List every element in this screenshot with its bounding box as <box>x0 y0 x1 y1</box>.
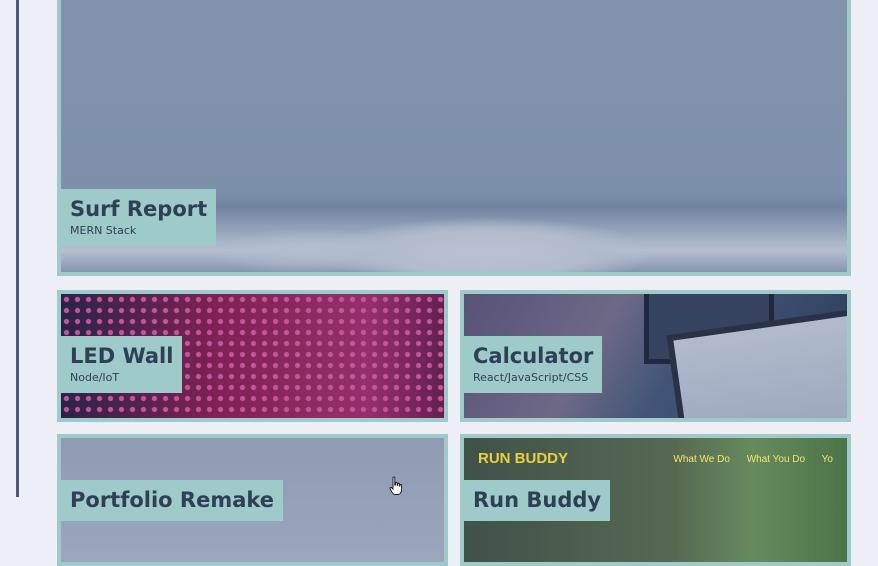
project-title: Portfolio Remake <box>70 488 275 512</box>
run-buddy-nav-item: What We Do <box>673 454 730 465</box>
run-buddy-brand: RUN BUDDY <box>478 450 568 467</box>
hand-cursor-icon <box>389 476 403 495</box>
project-stack: MERN Stack <box>70 224 137 237</box>
run-buddy-nav-item: What You Do <box>746 454 806 465</box>
project-card-surf-report[interactable]: Surf Report MERN Stack <box>57 0 851 276</box>
page-left-rule <box>16 0 19 497</box>
project-title: Run Buddy <box>473 488 602 512</box>
project-label: LED Wall Node/IoT <box>61 336 183 393</box>
project-title: Surf Report <box>70 197 208 221</box>
project-title: LED Wall <box>70 344 174 368</box>
project-label: Portfolio Remake <box>61 480 284 521</box>
project-card-portfolio[interactable]: Portfolio Remake <box>57 434 448 566</box>
project-label: Surf Report MERN Stack <box>61 189 217 246</box>
project-stack: Node/IoT <box>70 371 120 384</box>
project-card-run-buddy[interactable]: RUN BUDDY What We Do What You Do Yo Run … <box>460 434 851 566</box>
project-label: Calculator React/JavaScript/CSS <box>464 336 603 393</box>
run-buddy-nav-item: Yo <box>821 454 833 465</box>
project-label: Run Buddy <box>464 480 611 521</box>
project-card-led-wall[interactable]: LED Wall Node/IoT <box>57 290 448 422</box>
project-title: Calculator <box>473 344 594 368</box>
run-buddy-nav: What We Do What You Do Yo <box>673 454 847 465</box>
project-card-calculator[interactable]: Calculator React/JavaScript/CSS <box>460 290 851 422</box>
project-stack: React/JavaScript/CSS <box>473 371 589 384</box>
